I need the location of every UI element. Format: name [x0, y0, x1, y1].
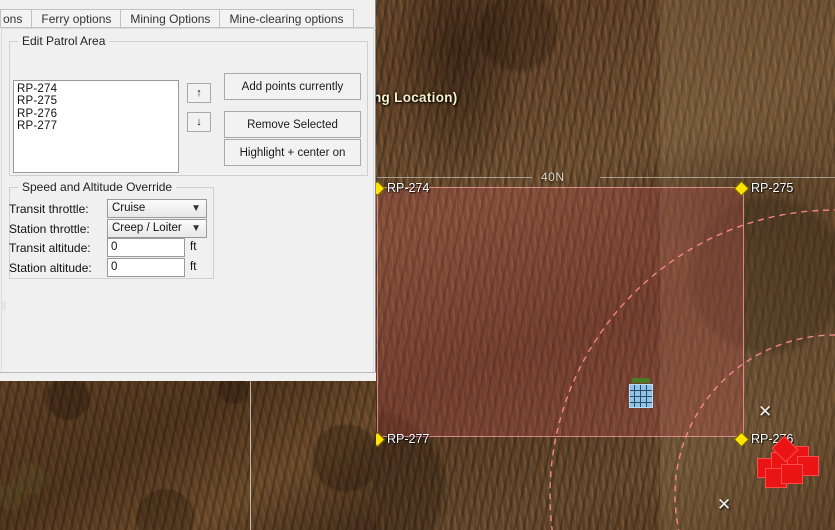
move-up-button[interactable]: ↑	[187, 83, 211, 103]
field-label: Transit altitude:	[9, 241, 91, 255]
secondary-map-viewports[interactable]	[0, 380, 376, 530]
hostile-contact-cluster-icon[interactable]	[757, 435, 821, 492]
station-altitude-input[interactable]: 0	[107, 258, 185, 277]
group-title: Speed and Altitude Override	[18, 180, 177, 194]
select-value: Creep / Loiter	[112, 222, 182, 234]
panel-edge-tick	[2, 301, 6, 311]
field-label: Transit throttle:	[9, 202, 89, 216]
waypoint-marker-rp-275[interactable]: RP-275	[733, 180, 794, 196]
list-item[interactable]: RP-276	[17, 108, 178, 120]
unit-label: ft	[190, 261, 197, 273]
transit-throttle-select[interactable]: Cruise ▼	[107, 199, 207, 218]
field-label: Station throttle:	[9, 222, 90, 236]
patrol-options-dialog[interactable]: ons Ferry options Mining Options Mine-cl…	[0, 0, 376, 381]
field-label: Station altitude:	[9, 261, 92, 275]
add-points-button[interactable]: Add points currently	[224, 73, 361, 100]
waypoint-marker-rp-274[interactable]: RP-274	[369, 180, 430, 196]
waypoint-label: RP-274	[387, 181, 430, 195]
tab-mining-options[interactable]: Mining Options	[120, 9, 221, 28]
tab-clipped-options[interactable]: ons	[0, 9, 33, 28]
transit-altitude-input[interactable]: 0	[107, 238, 185, 257]
arrow-up-icon: ↑	[196, 86, 202, 99]
unit-cap-bar	[632, 378, 650, 383]
list-item[interactable]: RP-275	[17, 95, 178, 107]
station-altitude-row: Station altitude: 0 ft	[2, 258, 207, 278]
tab-mine-clearing-options[interactable]: Mine-clearing options	[219, 9, 354, 28]
tab-ferry-options[interactable]: Ferry options	[31, 9, 122, 28]
x-marker-icon[interactable]: ✕	[717, 496, 731, 513]
x-marker-icon[interactable]: ✕	[758, 403, 772, 420]
list-item[interactable]: RP-274	[17, 83, 178, 95]
waypoint-marker-rp-277[interactable]: RP-277	[369, 431, 430, 447]
friendly-unit-icon[interactable]	[629, 378, 653, 408]
transit-altitude-row: Transit altitude: 0 ft	[2, 238, 207, 258]
waypoint-label: RP-277	[387, 432, 430, 446]
station-throttle-select[interactable]: Creep / Loiter ▼	[107, 219, 207, 238]
secondary-terrain-blotches	[0, 380, 376, 530]
dialog-bottom-frame	[0, 372, 376, 381]
tab-strip[interactable]: ons Ferry options Mining Options Mine-cl…	[0, 8, 354, 28]
hostile-contact-icon	[781, 464, 803, 484]
station-throttle-row: Station throttle: Creep / Loiter ▼	[2, 219, 207, 239]
unit-label: ft	[190, 241, 197, 253]
group-title: Edit Patrol Area	[18, 34, 110, 48]
map-heading-label: ng Location)	[373, 90, 458, 105]
reference-point-list[interactable]: RP-274 RP-275 RP-276 RP-277	[13, 80, 179, 173]
unit-grid-body	[629, 384, 653, 408]
transit-throttle-row: Transit throttle: Cruise ▼	[2, 199, 207, 219]
arrow-down-icon: ↓	[196, 115, 202, 128]
list-item[interactable]: RP-277	[17, 120, 178, 132]
chevron-down-icon: ▼	[191, 223, 201, 234]
chevron-down-icon: ▼	[191, 203, 201, 214]
viewport-divider	[250, 380, 251, 530]
diamond-icon	[733, 431, 750, 447]
move-down-button[interactable]: ↓	[187, 112, 211, 132]
waypoint-label: RP-275	[751, 181, 794, 195]
select-value: Cruise	[112, 202, 146, 214]
diamond-icon	[733, 180, 750, 196]
remove-selected-button[interactable]: Remove Selected	[224, 111, 361, 138]
highlight-center-button[interactable]: Highlight + center on	[224, 139, 361, 166]
dialog-body: Edit Patrol Area RP-274 RP-275 RP-276 RP…	[1, 28, 374, 378]
